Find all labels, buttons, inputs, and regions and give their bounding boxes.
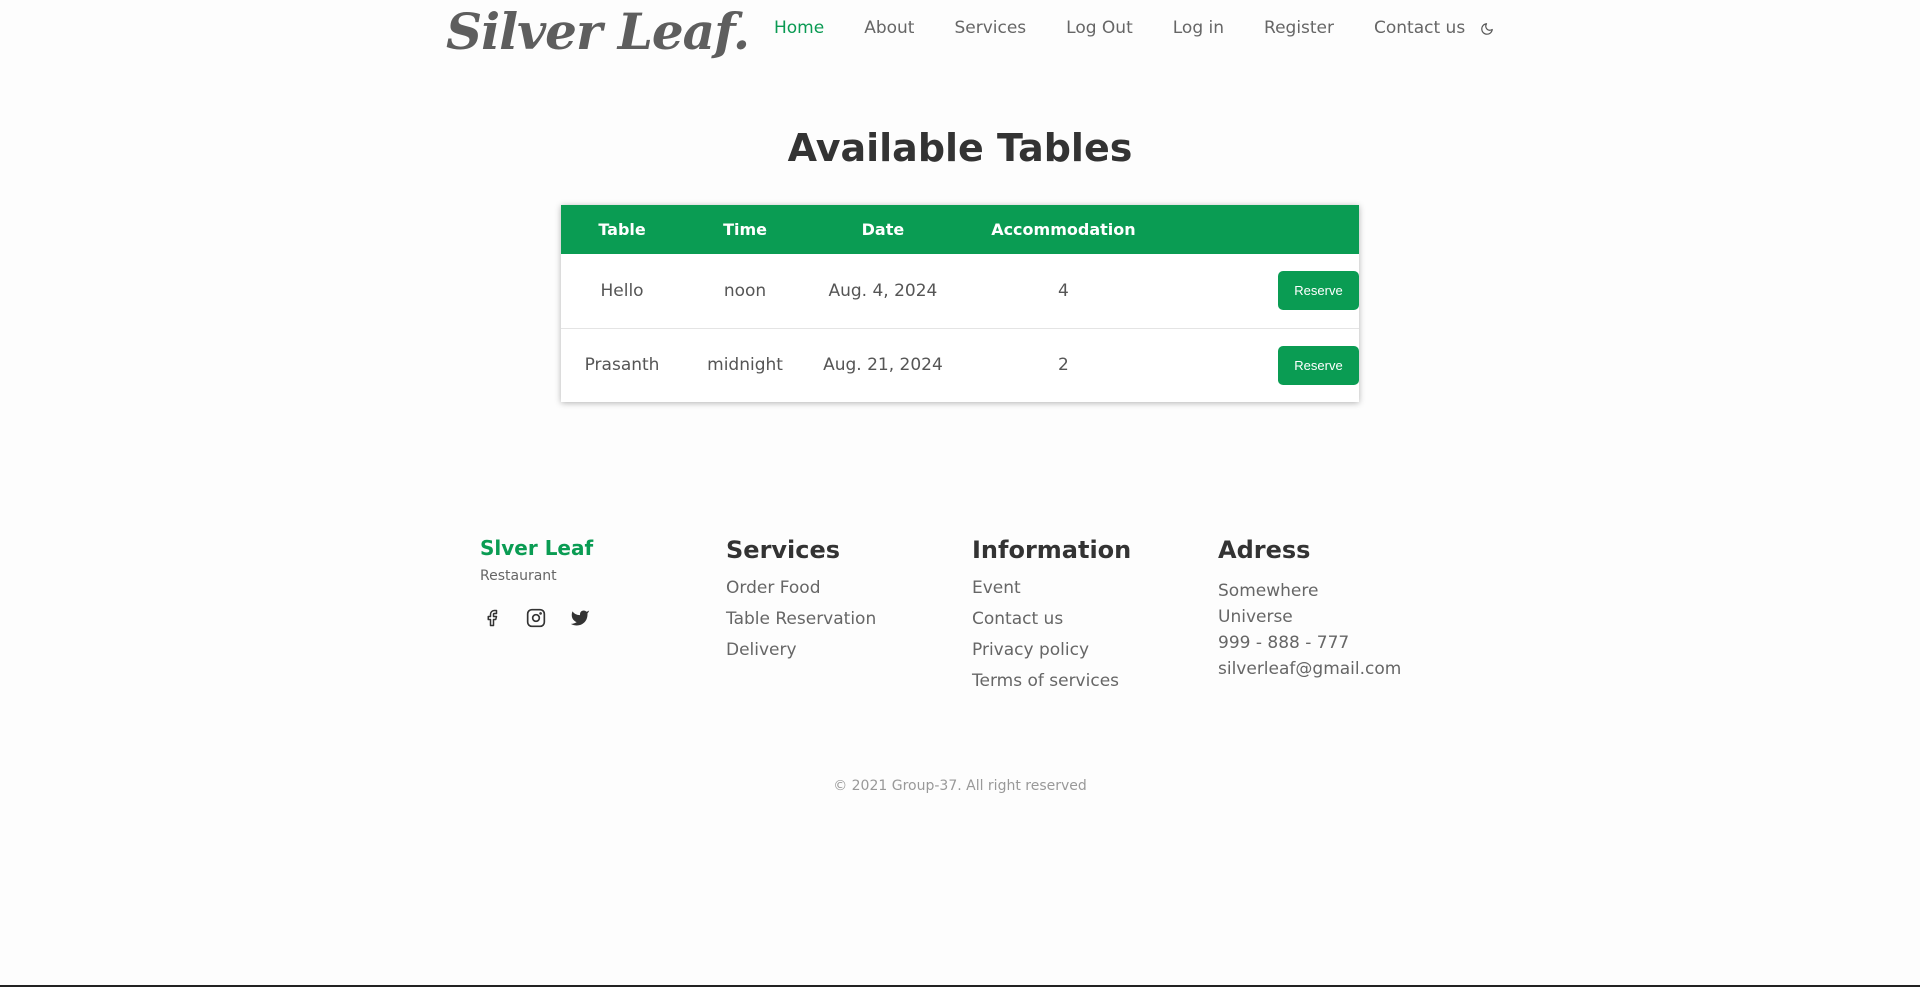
phone-number: 999 - 888 - 777 xyxy=(1218,633,1350,653)
cell-action: Reserve xyxy=(1168,328,1359,402)
nav-login[interactable]: Log in xyxy=(1173,18,1224,38)
column-header: Table xyxy=(598,220,646,239)
cell-time: noon xyxy=(723,280,767,301)
footer-link-contact[interactable]: Contact us xyxy=(972,609,1131,629)
cell-accommodation: 2 xyxy=(1058,355,1069,376)
footer-address: Adress Somewhere Universe 999 - 888 - 77… xyxy=(1218,530,1401,682)
cell-date: Aug. 4, 2024 xyxy=(828,280,938,301)
footer-link-table-reservation[interactable]: Table Reservation xyxy=(726,609,876,629)
column-header xyxy=(1168,205,1359,254)
reserve-button[interactable]: Reserve xyxy=(1278,271,1359,311)
cell-date: Aug. 21, 2024 xyxy=(823,355,943,376)
address-line: Universe xyxy=(1218,607,1293,627)
column-header: Date xyxy=(861,220,905,239)
nav-home[interactable]: Home xyxy=(774,18,824,38)
column-header: Time xyxy=(723,220,767,239)
address-line: Somewhere xyxy=(1218,581,1319,601)
column-header: Accommodation xyxy=(991,220,1136,239)
nav-register[interactable]: Register xyxy=(1264,18,1334,38)
footer-brand: Slver Leaf Restaurant xyxy=(480,530,612,630)
footer-services-heading: Services xyxy=(726,536,841,564)
footer-link-event[interactable]: Event xyxy=(972,578,1131,598)
tables-table: Table Time Date Accommodation Hello noon… xyxy=(561,205,1359,402)
twitter-icon[interactable] xyxy=(568,606,592,630)
nav-contact[interactable]: Contact us xyxy=(1374,18,1465,38)
footer-address-heading: Adress xyxy=(1218,536,1311,564)
copyright-text: © 2021 Group-37. All right reserved xyxy=(833,778,1087,794)
footer-link-terms[interactable]: Terms of services xyxy=(972,671,1131,691)
footer-services: Services Order Food Table Reservation De… xyxy=(726,530,876,671)
social-links xyxy=(480,606,612,630)
site-header: Silver Leaf. Home About Services Log Out… xyxy=(0,0,1920,72)
footer-information: Information Event Contact us Privacy pol… xyxy=(972,530,1131,702)
nav-logout[interactable]: Log Out xyxy=(1066,18,1133,38)
table-row: Hello noon Aug. 4, 2024 4 Reserve xyxy=(561,254,1359,328)
footer-information-heading: Information xyxy=(972,536,1132,564)
footer-link-order-food[interactable]: Order Food xyxy=(726,578,876,598)
footer-link-delivery[interactable]: Delivery xyxy=(726,640,876,660)
nav-about[interactable]: About xyxy=(864,18,914,38)
table-row: Prasanth midnight Aug. 21, 2024 2 Reserv… xyxy=(561,328,1359,402)
footer-brand-name[interactable]: Slver Leaf xyxy=(480,536,612,560)
cell-table: Hello xyxy=(600,280,644,301)
cell-accommodation: 4 xyxy=(1058,280,1069,301)
facebook-icon[interactable] xyxy=(480,606,504,630)
email-address: silverleaf@gmail.com xyxy=(1218,659,1402,679)
footer-brand-subtitle: Restaurant xyxy=(480,568,557,584)
moon-icon[interactable] xyxy=(1480,21,1494,35)
page-title: Available Tables xyxy=(787,126,1133,170)
nav-services[interactable]: Services xyxy=(954,18,1026,38)
table-header-row: Table Time Date Accommodation xyxy=(561,205,1359,254)
main-nav: Home About Services Log Out Log in Regis… xyxy=(774,18,1494,38)
reserve-button[interactable]: Reserve xyxy=(1278,345,1359,385)
site-logo[interactable]: Silver Leaf. xyxy=(446,2,750,61)
cell-time: midnight xyxy=(707,355,783,376)
cell-table: Prasanth xyxy=(584,355,660,376)
instagram-icon[interactable] xyxy=(524,606,548,630)
footer-link-privacy[interactable]: Privacy policy xyxy=(972,640,1131,660)
cell-action: Reserve xyxy=(1168,254,1359,328)
